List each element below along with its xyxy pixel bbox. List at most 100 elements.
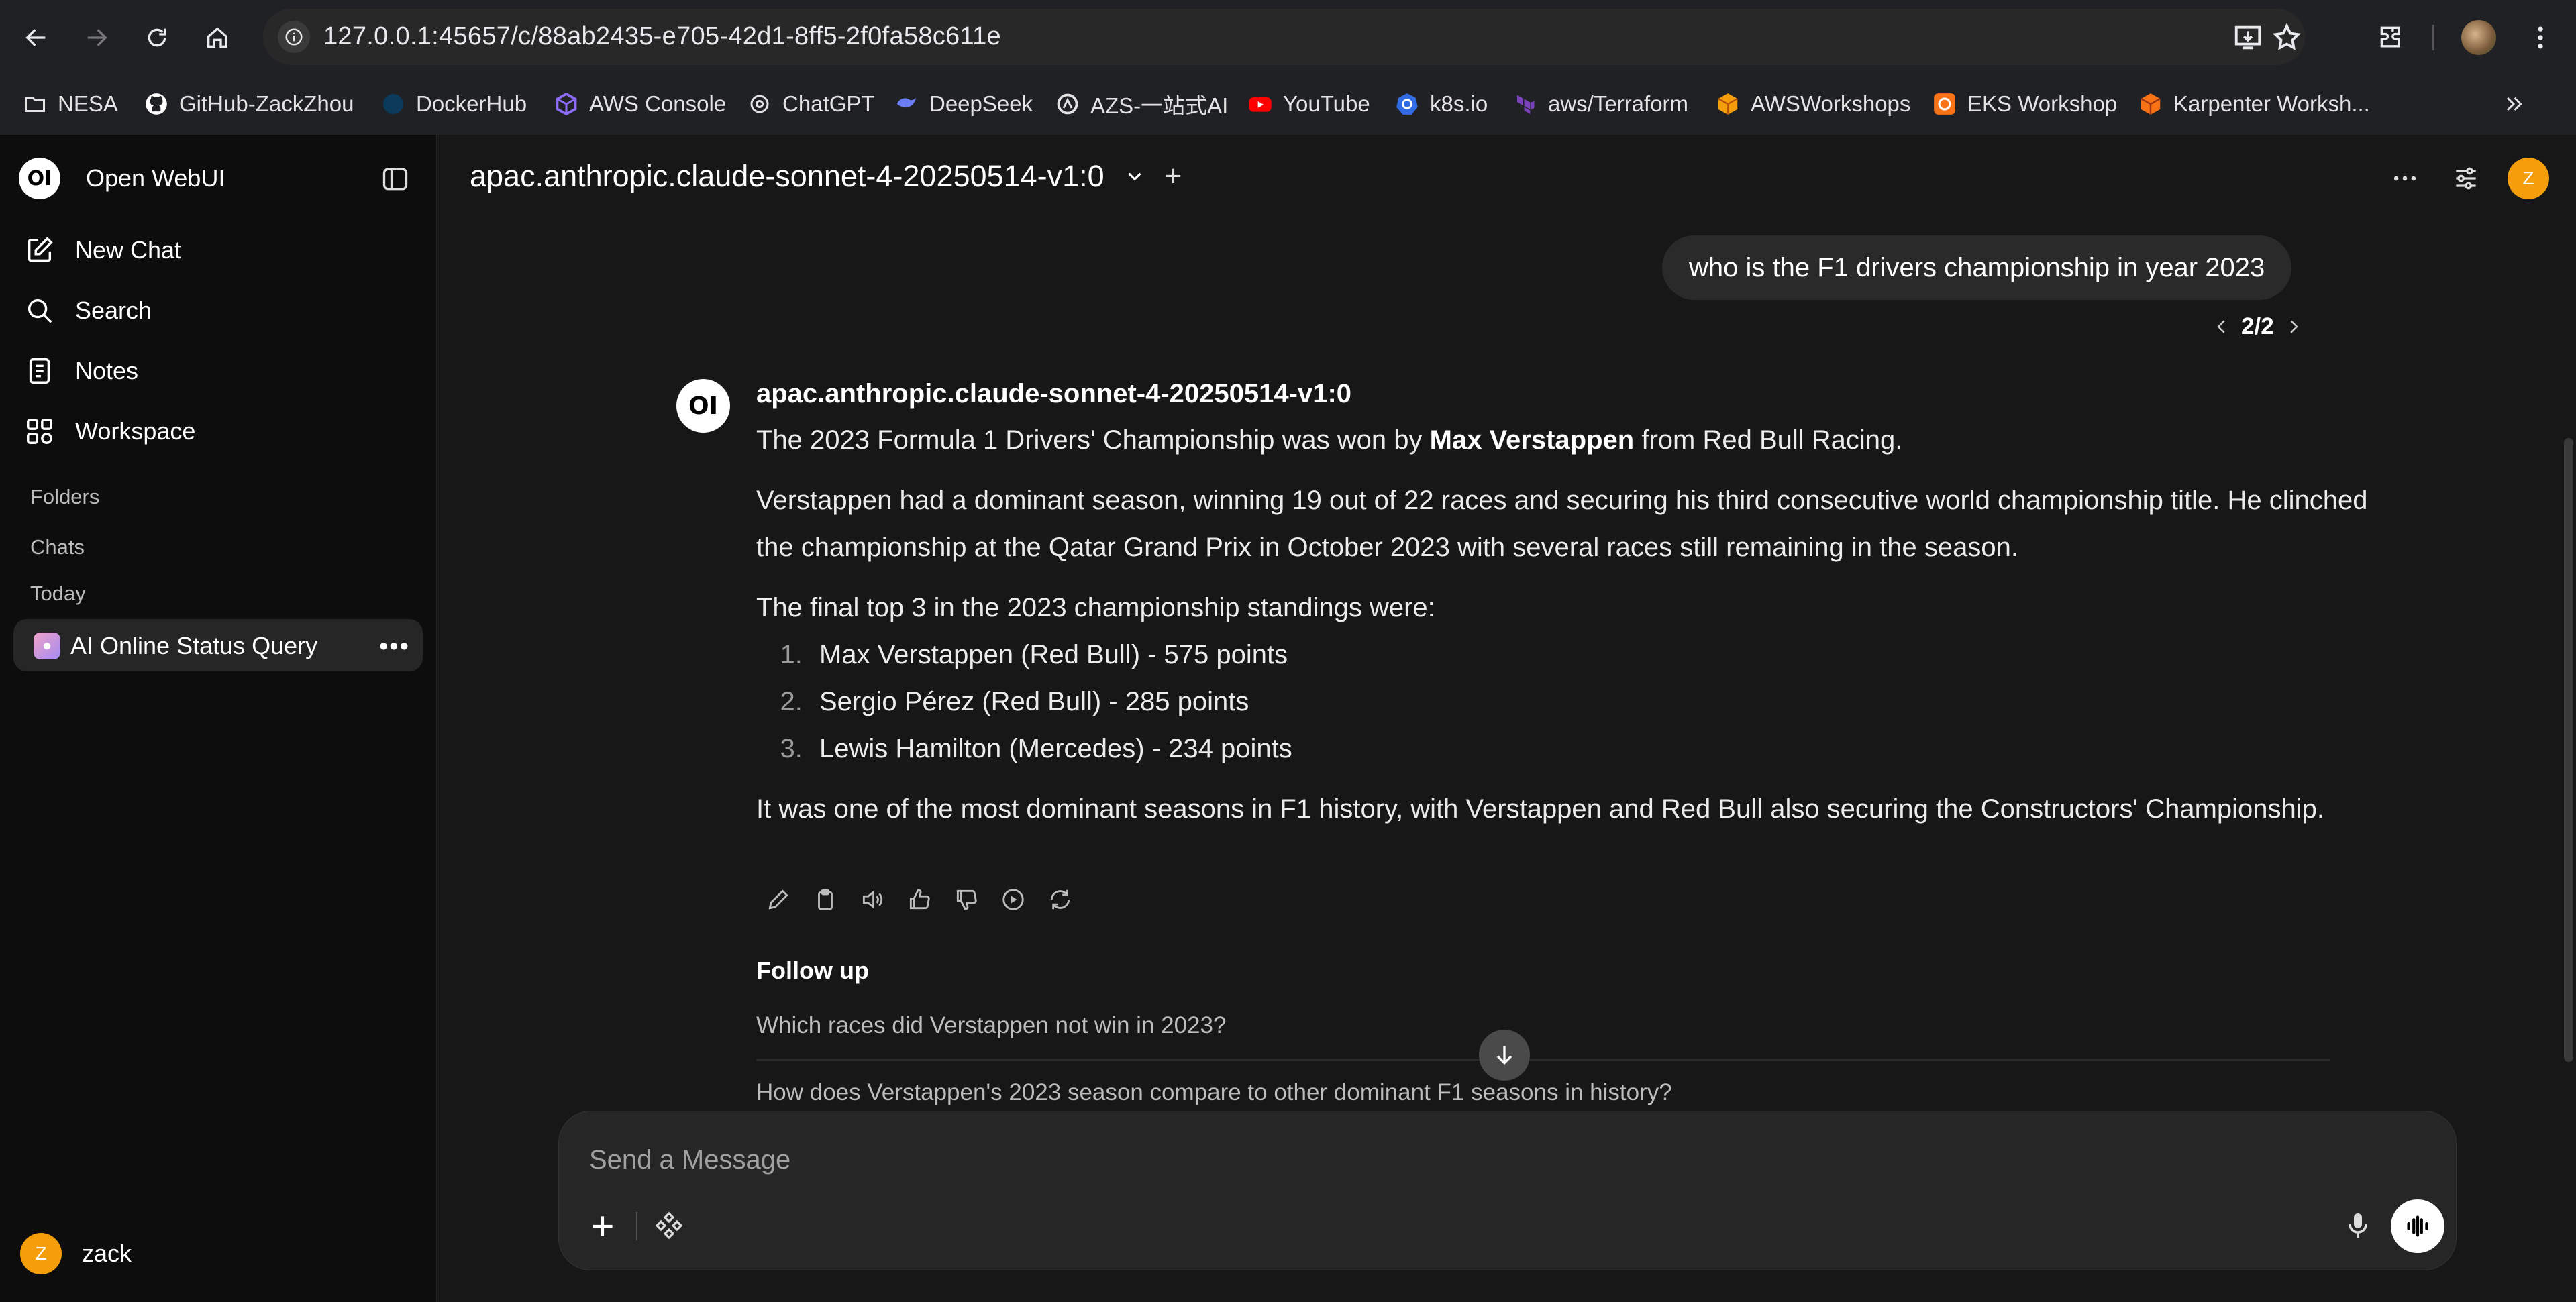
sidebar-item-label: Notes [75, 357, 139, 384]
sidebar-toggle-icon[interactable] [379, 164, 413, 194]
back-button[interactable] [16, 17, 56, 58]
arrow-left-icon [25, 29, 46, 46]
plus-icon[interactable] [586, 1209, 619, 1243]
bookmark-label: k8s.io [1430, 91, 1488, 116]
chats-section-label[interactable]: Chats [30, 535, 85, 559]
reload-button[interactable] [137, 17, 177, 58]
azs-icon [1054, 91, 1081, 117]
scroll-to-bottom-button[interactable] [1479, 1030, 1530, 1081]
bookmark-star-icon[interactable] [2271, 22, 2302, 53]
browser-profile-avatar[interactable] [2461, 20, 2496, 55]
bookmark-label: Karpenter Worksh... [2173, 91, 2370, 116]
bookmark-label: DeepSeek [929, 91, 1033, 116]
assistant-avatar: OI [676, 379, 730, 433]
sidebar-item-notes[interactable]: Notes [24, 347, 138, 394]
copy-icon[interactable] [812, 886, 839, 913]
bookmark-label: EKS Workshop [1967, 91, 2118, 116]
sidebar-item-workspace[interactable]: Workspace [24, 408, 195, 455]
user-menu[interactable]: Z zack [20, 1233, 132, 1274]
github-icon [143, 91, 170, 117]
folders-section-label[interactable]: Folders [30, 485, 99, 509]
bookmark-karpenter[interactable]: Karpenter Worksh... [2137, 87, 2370, 121]
bookmark-aws-console[interactable]: AWS Console [553, 87, 726, 121]
terraform-icon [1512, 91, 1539, 117]
forward-button[interactable] [76, 17, 117, 58]
chevron-right-icon[interactable] [2283, 317, 2304, 337]
follow-up-suggestion[interactable]: Which races did Verstappen not win in 20… [756, 1012, 1226, 1039]
response-pager: 2/2 [2212, 313, 2304, 340]
bookmark-label: aws/Terraform [1548, 91, 1689, 116]
karpenter-icon [2137, 91, 2164, 117]
bookmark-eks-workshop[interactable]: EKS Workshop [1931, 87, 2117, 121]
response-paragraph: The final top 3 in the 2023 championship… [756, 593, 1435, 622]
search-icon [28, 299, 52, 323]
list-item: Max Verstappen (Red Bull) - 575 points [810, 631, 2380, 678]
list-item: Sergio Pérez (Red Bull) - 285 points [810, 678, 2380, 725]
thumbs-down-icon[interactable] [953, 886, 980, 913]
standings-list: Max Verstappen (Red Bull) - 575 points S… [810, 631, 2380, 772]
bookmark-label: AWS Console [589, 91, 727, 116]
site-info-icon[interactable] [278, 21, 310, 53]
bookmark-nesa[interactable]: NESA [21, 87, 118, 121]
bookmark-youtube[interactable]: YouTube [1247, 87, 1370, 121]
sidebar-item-search[interactable]: Search [24, 287, 152, 334]
aws-cube-icon [553, 91, 580, 117]
notes-icon [29, 358, 50, 384]
eks-icon [1931, 91, 1958, 117]
edit-icon[interactable] [765, 886, 792, 913]
chevron-left-icon[interactable] [2212, 317, 2232, 337]
address-bar[interactable]: 127.0.0.1:45657/c/88ab2435-e705-42d1-8ff… [263, 9, 2305, 65]
bookmark-terraform[interactable]: aws/Terraform [1512, 87, 1688, 121]
bookmark-label: DockerHub [416, 91, 527, 116]
follow-up-heading: Follow up [756, 957, 869, 984]
chat-item-ai-online-status-query[interactable]: ● AI Online Status Query ••• [13, 619, 423, 671]
extensions-icon[interactable] [2371, 17, 2412, 58]
bookmark-k8s[interactable]: k8s.io [1394, 87, 1488, 121]
model-name: apac.anthropic.claude-sonnet-4-20250514-… [470, 159, 1104, 193]
read-aloud-icon[interactable] [859, 886, 886, 913]
docker-icon [380, 91, 407, 117]
voice-mode-button[interactable] [2391, 1199, 2444, 1253]
message-composer: Send a Message [558, 1111, 2457, 1270]
sidebar-item-new-chat[interactable]: New Chat [24, 227, 181, 274]
follow-up-suggestion[interactable]: How does Verstappen's 2023 season compar… [756, 1079, 1672, 1106]
model-selector[interactable]: apac.anthropic.claude-sonnet-4-20250514-… [470, 159, 1182, 194]
bookmark-awsworkshops[interactable]: AWSWorkshops [1714, 87, 1910, 121]
home-button[interactable] [197, 17, 238, 58]
list-item: Lewis Hamilton (Mercedes) - 234 points [810, 725, 2380, 772]
brand-name[interactable]: Open WebUI [86, 164, 225, 193]
bookmarks-bar: NESA GitHub-ZackZhou DockerHub AWS Conso… [0, 74, 2576, 135]
bookmark-azs[interactable]: AZS-一站式AI [1054, 87, 1228, 121]
bookmark-chatgpt[interactable]: ChatGPT [746, 87, 875, 121]
assistant-model-name: apac.anthropic.claude-sonnet-4-20250514-… [756, 379, 1352, 409]
thumbs-up-icon[interactable] [906, 886, 933, 913]
header-user-avatar[interactable]: Z [2508, 158, 2549, 199]
bookmarks-overflow-icon[interactable] [2502, 87, 2526, 121]
sidebar-item-label: Search [75, 296, 152, 324]
pager-count: 2/2 [2241, 313, 2274, 339]
url-text[interactable]: 127.0.0.1:45657/c/88ab2435-e705-42d1-8ff… [323, 22, 1001, 51]
openwebui-logo[interactable]: OI [19, 158, 60, 199]
regenerate-icon[interactable] [1047, 886, 1074, 913]
bookmark-label: AZS-一站式AI [1090, 93, 1229, 118]
bookmark-label: GitHub-ZackZhou [179, 91, 354, 116]
chat-scrollbar[interactable] [2564, 438, 2573, 1062]
chat-more-icon[interactable]: ••• [379, 633, 410, 661]
pencil-square-icon [28, 237, 53, 262]
bookmark-github[interactable]: GitHub-ZackZhou [143, 87, 354, 121]
kubernetes-icon [1394, 91, 1421, 117]
continue-play-icon[interactable] [1000, 886, 1027, 913]
user-message-text: who is the F1 drivers championship in ye… [1689, 252, 2265, 282]
microphone-icon[interactable] [2342, 1209, 2375, 1243]
controls-sliders-icon[interactable] [2449, 162, 2483, 195]
add-model-button[interactable]: + [1165, 160, 1182, 193]
install-app-icon[interactable] [2232, 22, 2263, 53]
workspace-icon [27, 419, 52, 444]
bookmark-deepseek[interactable]: DeepSeek [893, 87, 1033, 121]
bookmark-dockerhub[interactable]: DockerHub [380, 87, 527, 121]
browser-menu-icon[interactable] [2520, 17, 2561, 58]
message-input[interactable]: Send a Message [589, 1145, 790, 1175]
more-options-icon[interactable] [2388, 162, 2422, 195]
arrow-down-icon [1496, 1046, 1512, 1065]
tools-icon[interactable] [653, 1209, 686, 1243]
